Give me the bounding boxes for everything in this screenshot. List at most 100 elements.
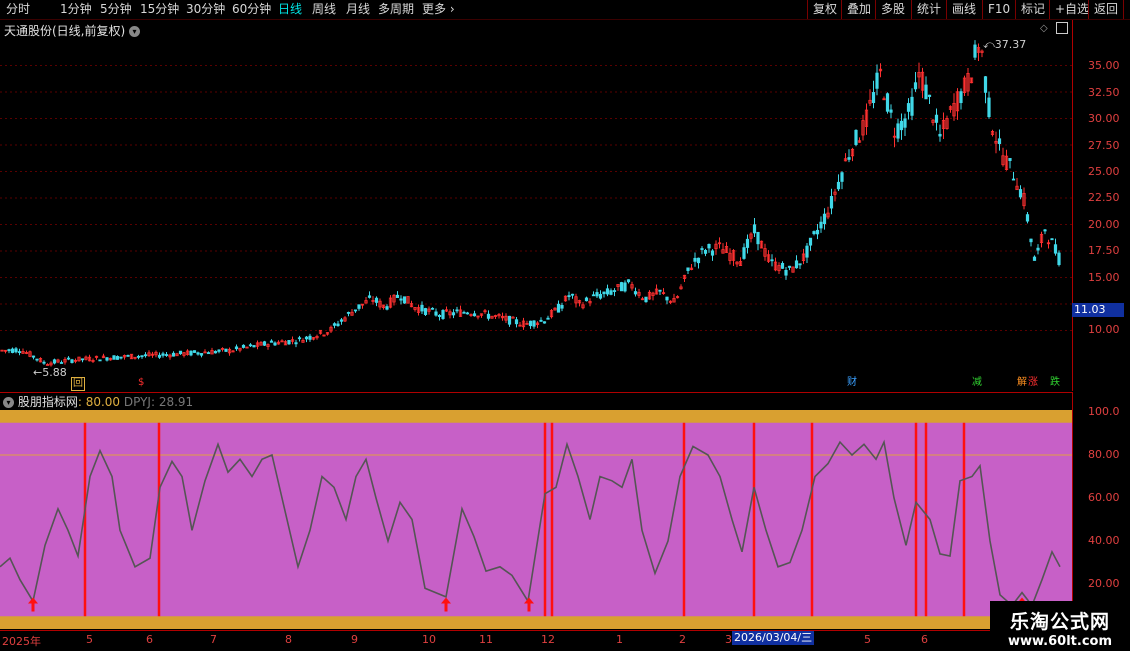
- time-label: 6: [146, 633, 153, 646]
- candle-body: [248, 344, 253, 347]
- candle-body: [455, 309, 459, 312]
- candle-body: [357, 304, 361, 309]
- main-chart-panel[interactable]: [0, 20, 1073, 391]
- candle-body: [903, 118, 907, 128]
- restore-rights-button[interactable]: 复权: [807, 0, 842, 19]
- indicator-axis-label: 80.00: [1088, 448, 1120, 461]
- candle-body: [420, 304, 424, 312]
- candle-body: [80, 358, 85, 361]
- event-marker-dividend[interactable]: $: [137, 377, 145, 389]
- event-marker-limit-down[interactable]: 跌: [1049, 377, 1061, 389]
- period-tab-weekly[interactable]: 周线: [312, 1, 336, 18]
- overlay-button[interactable]: 叠加: [841, 0, 876, 19]
- time-label: 8: [285, 633, 292, 646]
- candle-body: [710, 250, 715, 256]
- period-tab-multi[interactable]: 多周期: [378, 1, 414, 18]
- candle-body: [798, 263, 802, 266]
- candle-body: [899, 120, 904, 131]
- time-label: 2025年: [2, 635, 41, 648]
- candle-body: [700, 248, 704, 250]
- period-tab-daily[interactable]: 日线: [278, 1, 302, 18]
- candle-body: [336, 323, 340, 327]
- candle-body: [756, 231, 760, 245]
- draw-line-button[interactable]: 画线: [946, 0, 981, 19]
- candle-body: [511, 316, 515, 319]
- candle-body: [913, 82, 918, 90]
- period-tab-15min[interactable]: 15分钟: [140, 1, 179, 18]
- panel-toggle-icon[interactable]: [1056, 22, 1068, 34]
- candle-body: [819, 221, 823, 229]
- f10-button[interactable]: F10: [982, 0, 1015, 19]
- candle-body: [910, 96, 914, 116]
- indicator-panel[interactable]: [0, 392, 1073, 631]
- candle-body: [192, 350, 197, 353]
- candle-body: [465, 312, 470, 315]
- candle-body: [213, 350, 218, 354]
- period-tab-more[interactable]: 更多 ›: [422, 1, 455, 18]
- event-marker-finance[interactable]: 财: [846, 377, 858, 389]
- candle-body: [794, 260, 799, 269]
- candle-body: [395, 294, 400, 298]
- indicator-axis-label: 40.00: [1088, 534, 1120, 547]
- candle-body: [1043, 229, 1047, 232]
- candle-body: [10, 348, 15, 353]
- candle-body: [66, 357, 71, 360]
- candle-body: [875, 72, 879, 89]
- candle-body: [514, 319, 519, 325]
- watermark-title: 乐淘公式网: [1009, 611, 1110, 633]
- period-tab-intraday[interactable]: 分时: [6, 1, 30, 18]
- indicator-title: ▾ 股朋指标网: 80.00 DPYJ: 28.91: [3, 393, 193, 410]
- candle-body: [252, 345, 256, 348]
- indicator-chart: [0, 410, 1072, 629]
- candle-body: [52, 359, 57, 364]
- candle-body: [59, 362, 64, 364]
- candle-body: [770, 259, 774, 262]
- event-marker-buyback[interactable]: 回: [71, 377, 85, 391]
- candle-body: [126, 354, 130, 357]
- chevron-down-icon[interactable]: ▾: [129, 26, 141, 37]
- candle-body: [840, 172, 844, 182]
- candle-body: [262, 341, 267, 346]
- diamond-icon[interactable]: ◇: [1040, 23, 1048, 34]
- mark-button[interactable]: 标记: [1015, 0, 1050, 19]
- candle-body: [742, 247, 746, 259]
- statistics-button[interactable]: 统计: [911, 0, 946, 19]
- period-tab-30min[interactable]: 30分钟: [186, 1, 225, 18]
- price-label: 25.00: [1088, 165, 1120, 178]
- candle-body: [665, 296, 669, 301]
- period-tab-monthly[interactable]: 月线: [346, 1, 370, 18]
- candle-body: [829, 196, 834, 209]
- candle-body: [1053, 244, 1058, 254]
- indicator-name: 股朋指标网: [17, 395, 78, 409]
- chevron-down-icon[interactable]: ▾: [3, 397, 14, 408]
- candle-body: [836, 181, 841, 190]
- candle-body: [269, 340, 274, 343]
- time-label: 6: [921, 633, 928, 646]
- time-label: 5: [864, 633, 871, 646]
- price-label: 27.50: [1088, 139, 1120, 152]
- candle-body: [539, 319, 543, 322]
- candle-body: [507, 315, 512, 325]
- time-label: 12: [541, 633, 555, 646]
- candle-body: [983, 76, 988, 93]
- candle-body: [423, 308, 428, 315]
- price-label: 22.50: [1088, 191, 1120, 204]
- candle-body: [1018, 189, 1023, 198]
- candle-body: [98, 359, 102, 362]
- candle-body: [780, 262, 785, 269]
- stock-title-text: 天通股份(日线,前复权): [4, 24, 126, 38]
- candle-body: [924, 84, 928, 100]
- candle-body: [598, 293, 603, 299]
- time-label: 7: [210, 633, 217, 646]
- candle-body: [703, 250, 708, 254]
- candle-body: [934, 114, 939, 123]
- back-button[interactable]: 返回: [1088, 0, 1125, 19]
- period-tab-1min[interactable]: 1分钟: [60, 1, 92, 18]
- event-marker-reduce[interactable]: 减: [971, 377, 983, 389]
- period-tab-60min[interactable]: 60分钟: [232, 1, 271, 18]
- period-tab-5min[interactable]: 5分钟: [100, 1, 132, 18]
- event-marker-limit-up[interactable]: 涨: [1027, 377, 1039, 389]
- multi-stock-button[interactable]: 多股: [875, 0, 910, 19]
- chevron-right-icon: ›: [449, 2, 455, 16]
- candle-body: [1008, 158, 1012, 161]
